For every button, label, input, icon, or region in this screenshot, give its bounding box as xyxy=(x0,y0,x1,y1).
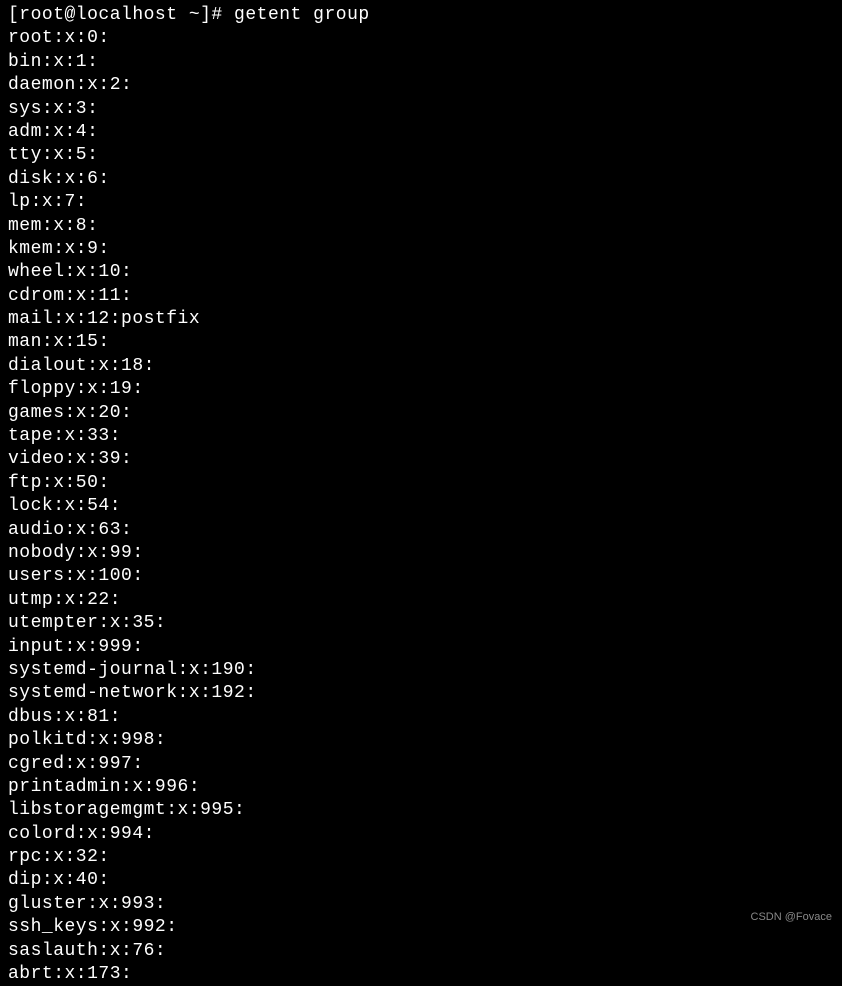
output-line: systemd-network:x:192: xyxy=(8,682,834,705)
output-line: cdrom:x:11: xyxy=(8,285,834,308)
output-line: rpc:x:32: xyxy=(8,846,834,869)
command-output: root:x:0: bin:x:1: daemon:x:2: sys:x:3: … xyxy=(8,27,834,986)
output-line: bin:x:1: xyxy=(8,51,834,74)
output-line: polkitd:x:998: xyxy=(8,729,834,752)
output-line: colord:x:994: xyxy=(8,823,834,846)
watermark-text: CSDN @Fovace xyxy=(751,910,832,924)
output-line: mem:x:8: xyxy=(8,215,834,238)
output-line: systemd-journal:x:190: xyxy=(8,659,834,682)
output-line: cgred:x:997: xyxy=(8,753,834,776)
output-line: gluster:x:993: xyxy=(8,893,834,916)
output-line: kmem:x:9: xyxy=(8,238,834,261)
output-line: libstoragemgmt:x:995: xyxy=(8,799,834,822)
output-line: adm:x:4: xyxy=(8,121,834,144)
output-line: audio:x:63: xyxy=(8,519,834,542)
output-line: tape:x:33: xyxy=(8,425,834,448)
output-line: users:x:100: xyxy=(8,565,834,588)
output-line: man:x:15: xyxy=(8,331,834,354)
output-line: dialout:x:18: xyxy=(8,355,834,378)
output-line: input:x:999: xyxy=(8,636,834,659)
output-line: ssh_keys:x:992: xyxy=(8,916,834,939)
output-line: utmp:x:22: xyxy=(8,589,834,612)
output-line: floppy:x:19: xyxy=(8,378,834,401)
output-line: saslauth:x:76: xyxy=(8,940,834,963)
output-line: mail:x:12:postfix xyxy=(8,308,834,331)
command-line: [root@localhost ~]# getent group xyxy=(8,4,834,27)
output-line: dbus:x:81: xyxy=(8,706,834,729)
output-line: tty:x:5: xyxy=(8,144,834,167)
output-line: nobody:x:99: xyxy=(8,542,834,565)
output-line: ftp:x:50: xyxy=(8,472,834,495)
output-line: video:x:39: xyxy=(8,448,834,471)
terminal-window[interactable]: [root@localhost ~]# getent group root:x:… xyxy=(8,4,834,986)
output-line: utempter:x:35: xyxy=(8,612,834,635)
output-line: lock:x:54: xyxy=(8,495,834,518)
output-line: games:x:20: xyxy=(8,402,834,425)
typed-command: getent group xyxy=(234,5,370,25)
output-line: printadmin:x:996: xyxy=(8,776,834,799)
output-line: sys:x:3: xyxy=(8,98,834,121)
output-line: disk:x:6: xyxy=(8,168,834,191)
shell-prompt: [root@localhost ~]# xyxy=(8,5,234,25)
output-line: lp:x:7: xyxy=(8,191,834,214)
output-line: dip:x:40: xyxy=(8,869,834,892)
output-line: abrt:x:173: xyxy=(8,963,834,986)
output-line: daemon:x:2: xyxy=(8,74,834,97)
output-line: wheel:x:10: xyxy=(8,261,834,284)
output-line: root:x:0: xyxy=(8,27,834,50)
